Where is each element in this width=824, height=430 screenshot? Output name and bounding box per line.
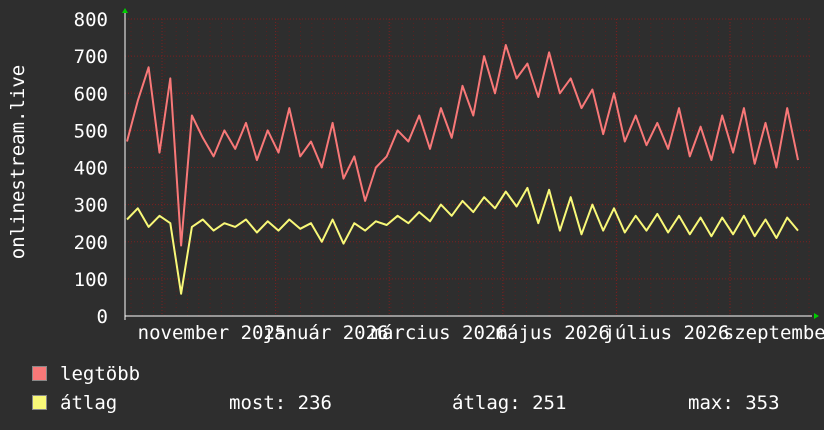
stat-atlag: átlag: 251 bbox=[452, 392, 567, 414]
y-tick-label: 800 bbox=[74, 9, 108, 31]
y-axis-arrow bbox=[122, 8, 128, 13]
x-tick-label: július 2026 bbox=[603, 322, 729, 344]
y-tick-label: 0 bbox=[97, 306, 108, 328]
y-tick-label: 400 bbox=[74, 158, 108, 180]
x-axis-arrow bbox=[814, 313, 819, 319]
legend-label-avg: átlag bbox=[60, 392, 118, 414]
chart-area: 0100200300400500600700800november 2025ja… bbox=[74, 8, 824, 344]
series-line-avg bbox=[126, 186, 799, 295]
y-tick-label: 300 bbox=[74, 195, 108, 217]
stat-max: max: 353 bbox=[688, 392, 780, 414]
y-tick-label: 500 bbox=[74, 120, 108, 142]
x-tick-label: március 2026 bbox=[371, 322, 508, 344]
series-line-max bbox=[126, 44, 799, 247]
series-lines bbox=[126, 44, 799, 295]
legend-swatch-avg bbox=[32, 395, 47, 410]
x-tick-label: május 2026 bbox=[496, 322, 610, 344]
y-axis-label: onlinestream.live bbox=[7, 64, 29, 260]
legend-swatch-max bbox=[32, 366, 47, 381]
y-tick-label: 100 bbox=[74, 269, 108, 291]
x-tick-label: szeptember bbox=[723, 322, 824, 344]
stat-most: most: 236 bbox=[229, 392, 332, 414]
y-tick-label: 700 bbox=[74, 46, 108, 68]
y-tick-label: 600 bbox=[74, 83, 108, 105]
grid-lines bbox=[125, 18, 812, 316]
y-tick-label: 200 bbox=[74, 232, 108, 254]
legend-label-max: legtöbb bbox=[60, 363, 141, 385]
